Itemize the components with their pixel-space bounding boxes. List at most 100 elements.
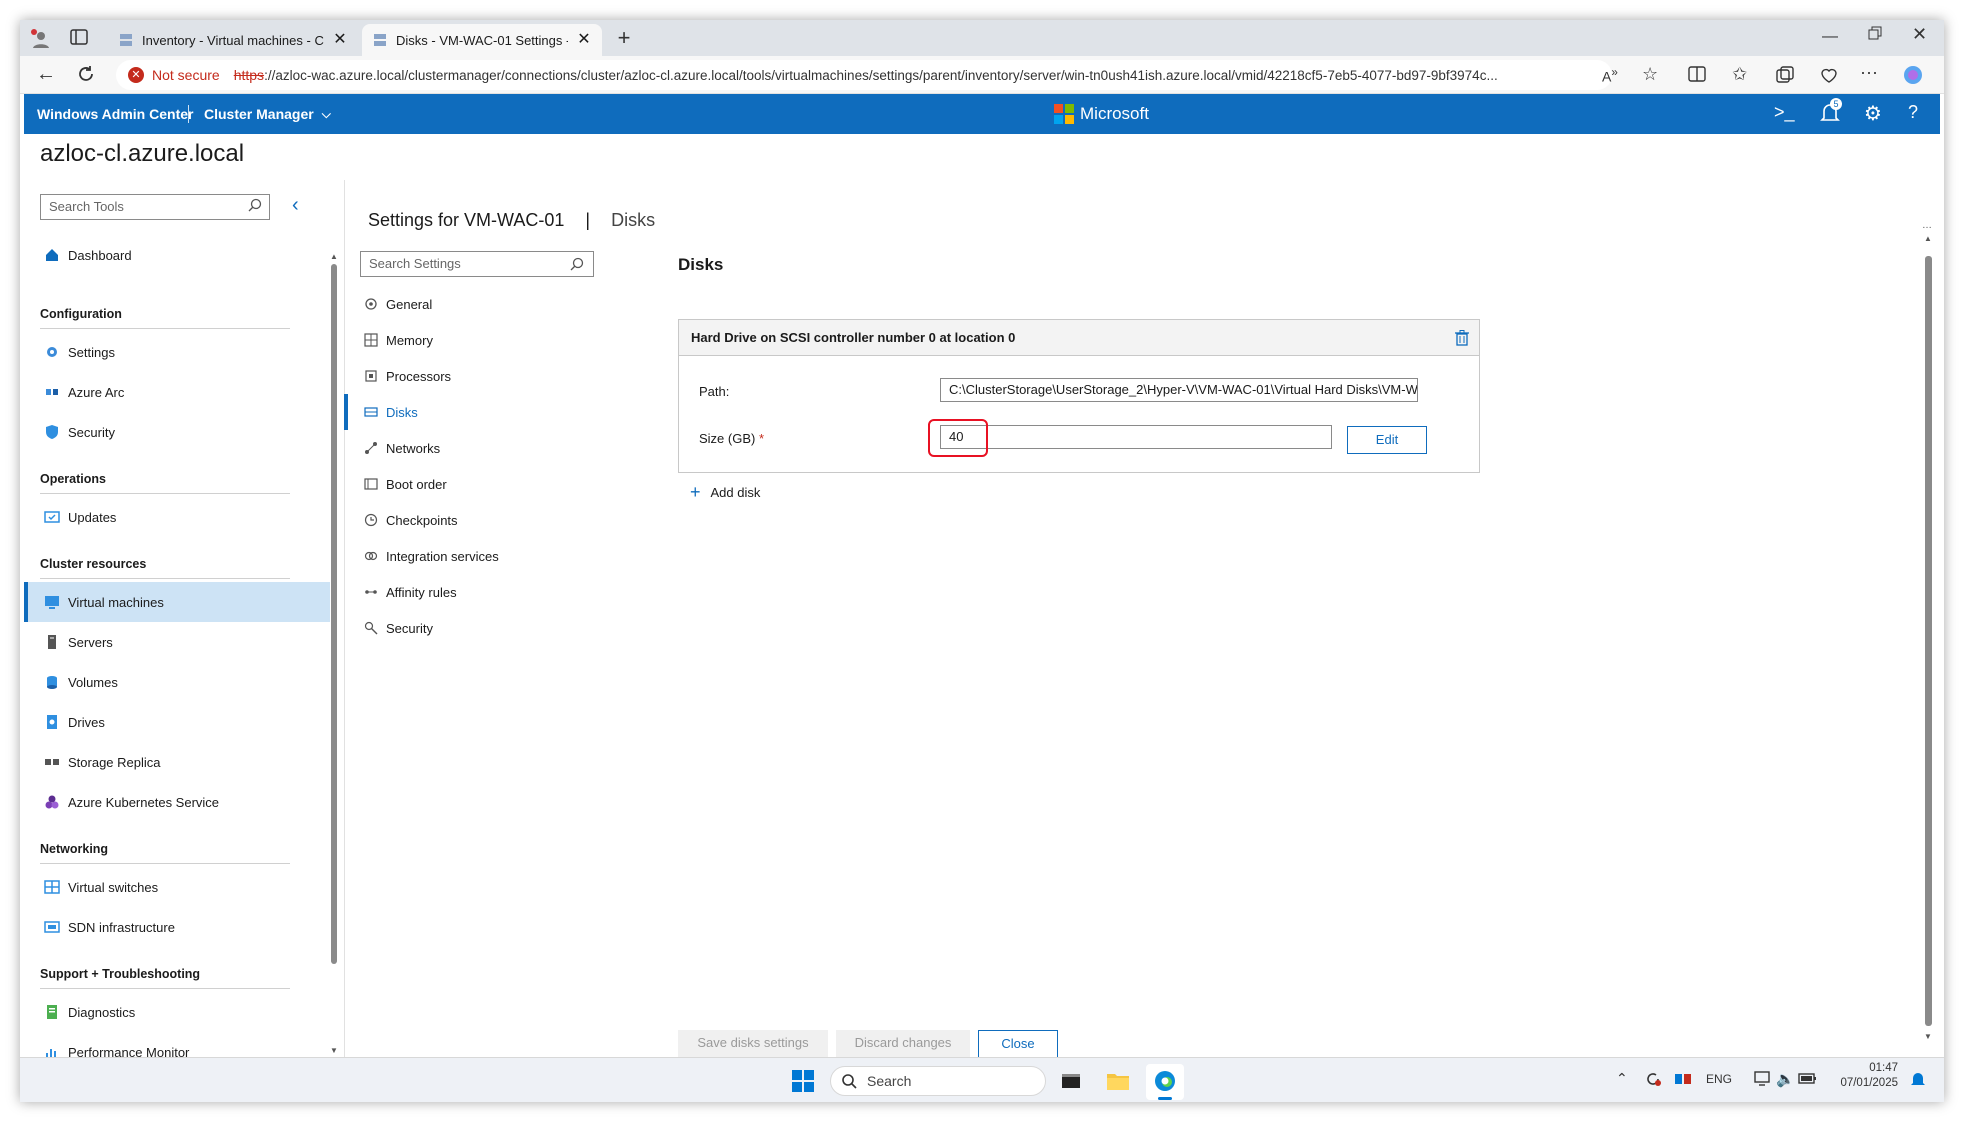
size-label: Size (GB) * — [699, 431, 764, 446]
edge-taskbar-button[interactable] — [1146, 1064, 1184, 1100]
clock[interactable]: 01:47 07/01/2025 — [1836, 1062, 1898, 1089]
edit-button[interactable]: Edit — [1347, 426, 1427, 454]
tab-actions-icon[interactable] — [70, 29, 90, 47]
favorite-star-icon[interactable]: ☆ — [1642, 64, 1658, 85]
sidebar-scroll-thumb[interactable] — [331, 264, 337, 964]
language-indicator[interactable]: ENG — [1706, 1072, 1732, 1086]
size-input[interactable]: 40 — [940, 425, 1332, 449]
microsoft-logo-icon — [1054, 104, 1074, 124]
settings-item-checkpoints[interactable]: Checkpoints — [344, 502, 604, 538]
sidebar-item-virtual-machines[interactable]: Virtual machines — [24, 582, 330, 622]
display-icon[interactable] — [1754, 1070, 1772, 1088]
not-secure-icon: ✕ — [128, 67, 144, 83]
read-aloud-icon[interactable]: A» — [1602, 66, 1618, 85]
boot-order-icon — [364, 477, 378, 491]
server-icon — [44, 634, 60, 650]
path-input[interactable]: C:\ClusterStorage\UserStorage_2\Hyper-V\… — [940, 378, 1418, 402]
profile-icon[interactable] — [30, 28, 52, 50]
sidebar-item-azure-arc[interactable]: Azure Arc — [24, 372, 330, 412]
sidebar-item-updates[interactable]: Updates — [24, 497, 330, 537]
sidebar-item-settings[interactable]: Settings — [24, 332, 330, 372]
split-screen-icon[interactable] — [1688, 66, 1706, 82]
updates-icon — [44, 509, 60, 525]
close-icon[interactable]: ✕ — [332, 32, 348, 48]
more-options-icon[interactable]: ··· — [1860, 62, 1878, 83]
discard-changes-button[interactable]: Discard changes — [836, 1030, 970, 1058]
tab-inventory[interactable]: Inventory - Virtual machines - Clu ✕ — [108, 24, 358, 56]
new-tab-icon[interactable]: + — [612, 26, 636, 50]
sidebar-scrollbar[interactable]: ▲ — [330, 252, 338, 972]
settings-item-boot-order[interactable]: Boot order — [344, 466, 604, 502]
browser-essentials-icon[interactable] — [1820, 66, 1838, 84]
section-networking: Networking — [40, 842, 109, 856]
chevron-up-icon[interactable]: ⌃ — [1616, 1070, 1628, 1087]
refresh-icon[interactable] — [76, 64, 98, 86]
settings-item-general[interactable]: General — [344, 286, 604, 322]
settings-item-security[interactable]: Security — [344, 610, 604, 646]
sidebar-item-label: Azure Kubernetes Service — [68, 794, 220, 810]
sidebar-item-diagnostics[interactable]: Diagnostics — [24, 992, 330, 1032]
notification-bell-icon[interactable] — [1910, 1070, 1926, 1088]
add-disk-button[interactable]: + Add disk — [690, 482, 760, 502]
minimize-icon[interactable]: — — [1822, 28, 1842, 48]
settings-item-processors[interactable]: Processors — [344, 358, 604, 394]
microsoft-logo: Microsoft — [1054, 94, 1149, 134]
collapse-sidebar-icon[interactable]: ‹ — [292, 194, 299, 217]
scroll-down-icon[interactable]: ▼ — [330, 1046, 338, 1055]
close-icon[interactable]: ✕ — [576, 32, 592, 48]
sidebar-item-sdn-infrastructure[interactable]: SDN infrastructure — [24, 907, 330, 947]
settings-item-disks[interactable]: Disks — [344, 394, 604, 430]
restore-icon[interactable] — [1868, 26, 1888, 46]
settings-item-memory[interactable]: Memory — [344, 322, 604, 358]
cluster-manager-menu[interactable]: Cluster Manager ⌵ — [204, 94, 331, 134]
search-tools-input[interactable]: Search Tools — [40, 194, 270, 220]
collections-icon[interactable] — [1776, 66, 1794, 84]
taskbar-search-input[interactable]: Search — [830, 1066, 1046, 1096]
windows-start-icon[interactable] — [792, 1070, 814, 1092]
url-field[interactable]: ✕ Not secure https ://azloc-wac.azure.lo… — [116, 60, 1612, 90]
scroll-up-icon[interactable]: ▲ — [330, 252, 338, 261]
sidebar-item-storage-replica[interactable]: Storage Replica — [24, 742, 330, 782]
back-icon[interactable]: ← — [36, 64, 58, 86]
sidebar-item-label: Settings — [68, 344, 115, 360]
search-settings-input[interactable]: Search Settings — [360, 251, 594, 277]
settings-item-integration-services[interactable]: Integration services — [344, 538, 604, 574]
sidebar-item-servers[interactable]: Servers — [24, 622, 330, 662]
scroll-down-icon[interactable]: ▼ — [1924, 1032, 1932, 1041]
settings-item-affinity-rules[interactable]: Affinity rules — [344, 574, 604, 610]
size-highlight-annotation — [928, 419, 988, 457]
tab-disks[interactable]: Disks - VM-WAC-01 Settings - Vir ✕ — [362, 24, 602, 56]
settings-gear-icon[interactable]: ⚙ — [1864, 101, 1882, 126]
more-icon[interactable]: … — [1922, 220, 1932, 231]
sidebar-item-azure-kubernetes-service[interactable]: Azure Kubernetes Service — [24, 782, 330, 822]
sync-icon[interactable] — [1644, 1070, 1662, 1088]
close-button[interactable]: Close — [978, 1030, 1058, 1058]
volume-icon[interactable]: 🔈 — [1776, 1070, 1795, 1088]
search-icon — [248, 198, 262, 212]
notifications-icon[interactable]: 5 — [1820, 98, 1842, 124]
content-scroll-thumb[interactable] — [1925, 256, 1932, 1026]
window-close-icon[interactable]: ✕ — [1912, 24, 1932, 44]
favorites-icon[interactable]: ✩ — [1732, 64, 1747, 85]
wac-brand[interactable]: Windows Admin Center — [37, 94, 193, 134]
sidebar-item-volumes[interactable]: Volumes — [24, 662, 330, 702]
terminal-icon[interactable] — [1060, 1070, 1082, 1092]
help-icon[interactable]: ? — [1908, 102, 1918, 123]
file-explorer-icon[interactable] — [1106, 1070, 1130, 1092]
sidebar-item-label: Azure Arc — [68, 384, 125, 400]
sidebar-item-drives[interactable]: Drives — [24, 702, 330, 742]
search-icon — [841, 1073, 857, 1089]
battery-icon[interactable] — [1798, 1070, 1818, 1086]
sidebar-item-dashboard[interactable]: Dashboard — [24, 235, 330, 275]
sidebar-item-security[interactable]: Security — [24, 412, 330, 452]
copilot-icon[interactable] — [1902, 64, 1924, 86]
save-disks-settings-button[interactable]: Save disks settings — [678, 1030, 828, 1058]
powershell-icon[interactable]: >_ — [1774, 102, 1795, 123]
delete-trash-icon[interactable] — [1455, 330, 1469, 346]
scroll-up-icon[interactable]: ▲ — [1924, 234, 1932, 243]
disk-card: Hard Drive on SCSI controller number 0 a… — [678, 319, 1480, 473]
tab-title: Disks - VM-WAC-01 Settings - Vir — [396, 32, 568, 48]
settings-item-networks[interactable]: Networks — [344, 430, 604, 466]
sidebar-item-virtual-switches[interactable]: Virtual switches — [24, 867, 330, 907]
network-devices-icon[interactable] — [1674, 1070, 1692, 1088]
